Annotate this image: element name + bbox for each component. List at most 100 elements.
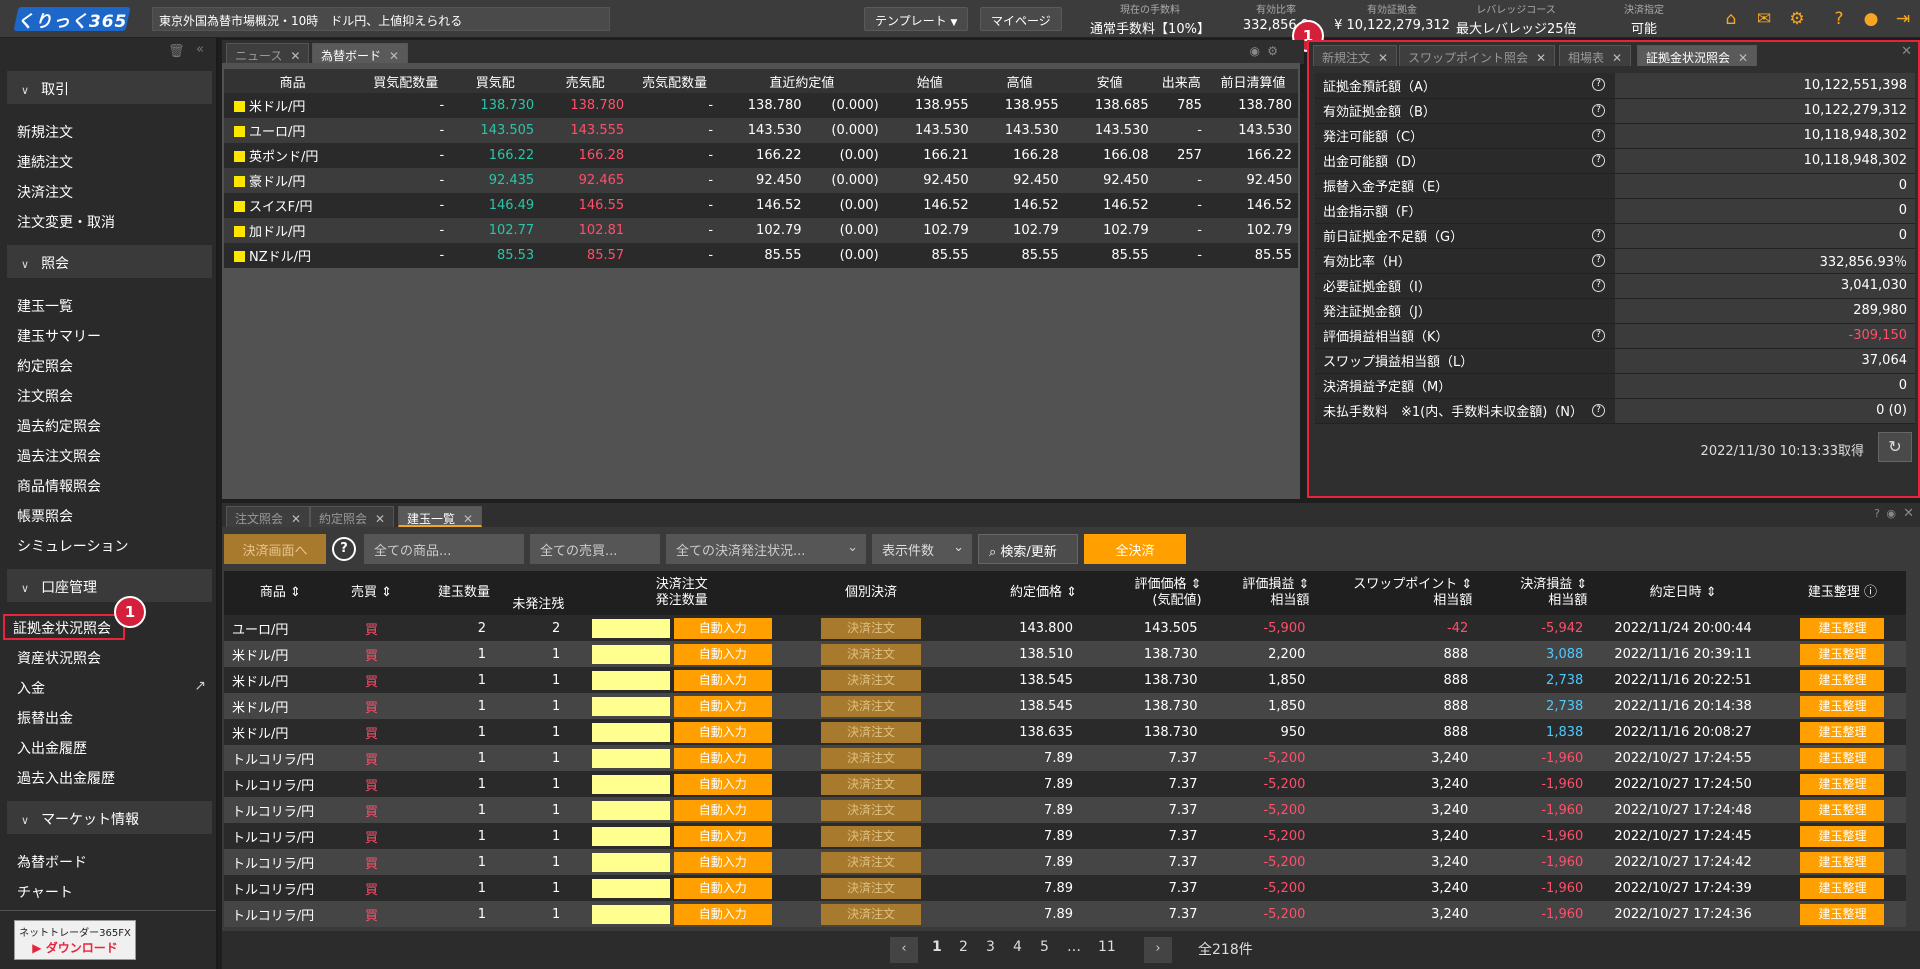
order-qty-input[interactable] (591, 618, 670, 638)
auto-input-button[interactable]: 自動入力 (673, 877, 772, 899)
logo[interactable]: くりっく365 (13, 7, 131, 32)
eye-icon[interactable]: ◉ (1250, 44, 1260, 58)
col-settle-pl[interactable]: 決済損益 ⇕ 相当額 (1472, 571, 1588, 615)
settle-all-button[interactable]: 全決済 (1084, 534, 1186, 564)
col-date[interactable]: 約定日時 ⇕ (1587, 571, 1779, 615)
auto-input-button[interactable]: 自動入力 (673, 773, 772, 795)
manage-button[interactable]: 建玉整理 (1800, 695, 1885, 717)
order-qty-input[interactable] (591, 670, 670, 690)
close-icon[interactable]: ✕ (290, 49, 300, 63)
sidebar-item-positions[interactable]: 建玉一覧 (7, 292, 212, 318)
manage-button[interactable]: 建玉整理 (1800, 669, 1885, 691)
close-icon[interactable]: ✕ (1901, 44, 1912, 59)
fx-cell[interactable]: 102.81 (540, 218, 631, 243)
fx-row[interactable]: 英ポンド/円 -166.22 166.28-166.22 (0.00) 166.21 16… (224, 143, 1298, 168)
close-icon[interactable]: ✕ (1903, 506, 1914, 521)
sidebar-item-past-deposit-history[interactable]: 過去入出金履歴 (7, 764, 212, 790)
refresh-icon[interactable]: ↻ (1878, 432, 1912, 462)
order-qty-input[interactable] (591, 644, 670, 664)
order-qty-input[interactable] (591, 826, 670, 846)
home-icon[interactable]: ⌂ (1720, 8, 1742, 30)
sidebar-item-chart[interactable]: チャート (7, 878, 212, 904)
section-inquiry[interactable]: ∨ 照会 (7, 245, 212, 278)
gear-icon[interactable]: ⚙ (1786, 8, 1808, 30)
auto-input-button[interactable]: 自動入力 (673, 643, 772, 665)
order-qty-input[interactable] (591, 748, 670, 768)
tab-fx-board[interactable]: 為替ボード ✕ (312, 43, 409, 64)
sidebar-item-executions[interactable]: 約定照会 (7, 352, 212, 378)
close-icon[interactable]: ✕ (291, 512, 301, 526)
help-icon[interactable]: ? (1592, 253, 1605, 267)
auto-input-button[interactable]: 自動入力 (673, 851, 772, 873)
col-swap[interactable]: スワップポイント ⇕ 相当額 (1309, 571, 1473, 615)
fx-cell[interactable]: 166.22 (450, 143, 541, 168)
sidebar-item-asset-status[interactable]: 資産状況照会 (7, 644, 212, 670)
sidebar-item-simulation[interactable]: シミュレーション (7, 532, 212, 558)
sidebar-item-continuous-order[interactable]: 連続注文 (7, 148, 212, 174)
sidebar-item-past-executions[interactable]: 過去約定照会 (7, 412, 212, 438)
order-qty-input[interactable] (591, 878, 670, 898)
search-button[interactable]: ⌕ 検索/更新 (978, 534, 1078, 564)
order-qty-input[interactable] (591, 774, 670, 794)
close-icon[interactable]: ✕ (375, 512, 385, 526)
close-icon[interactable]: ✕ (1612, 51, 1622, 65)
settle-order-button[interactable]: 決済注文 (820, 799, 921, 821)
collapse-icon[interactable]: « (196, 42, 204, 57)
section-account[interactable]: ∨ 口座管理 (7, 569, 212, 602)
status-filter-select[interactable]: 全ての決済発注状況... ⌄ (666, 534, 866, 564)
sidebar-item-product-info[interactable]: 商品情報照会 (7, 472, 212, 498)
page-link[interactable]: 1 (932, 939, 942, 955)
page-link[interactable]: 3 (986, 939, 995, 955)
manage-button[interactable]: 建玉整理 (1800, 903, 1885, 925)
help-icon[interactable]: ? (1592, 328, 1605, 342)
fx-row[interactable]: 米ドル/円 -138.730 138.780-138.780 (0.000) 138.9… (224, 93, 1298, 118)
sidebar-item-order-change[interactable]: 注文変更・取消 (7, 208, 212, 234)
help-icon[interactable]: ? (1592, 128, 1605, 142)
col-side[interactable]: 売買 ⇕ (336, 571, 407, 615)
col-eval-price[interactable]: 評価価格 ⇕ (気配値) (1077, 571, 1202, 615)
manage-button[interactable]: 建玉整理 (1800, 617, 1885, 639)
eye-icon[interactable]: ◉ (1886, 507, 1896, 520)
tab-new-order[interactable]: 新規注文 ✕ (1313, 45, 1398, 66)
fx-cell[interactable]: 143.505 (450, 118, 541, 143)
sidebar-item-position-summary[interactable]: 建玉サマリー (7, 322, 212, 348)
mypage-button[interactable]: マイページ (980, 7, 1062, 31)
sidebar-item-deposit-history[interactable]: 入出金履歴 (7, 734, 212, 760)
close-icon[interactable]: ✕ (1536, 51, 1546, 65)
next-page-icon[interactable]: › (1144, 937, 1172, 963)
tab-execution-inquiry[interactable]: 約定照会 ✕ (310, 506, 395, 527)
help-icon[interactable]: ? (1592, 403, 1605, 417)
fx-row[interactable]: 加ドル/円 -102.77 102.81-102.79 (0.00) 102.79 102… (224, 218, 1298, 243)
manage-button[interactable]: 建玉整理 (1800, 825, 1885, 847)
sidebar-item-reports[interactable]: 帳票照会 (7, 502, 212, 528)
auto-input-button[interactable]: 自動入力 (673, 669, 772, 691)
fx-cell[interactable]: 138.730 (450, 93, 541, 118)
close-icon[interactable]: ✕ (1738, 51, 1748, 65)
auto-input-button[interactable]: 自動入力 (673, 695, 772, 717)
sidebar-item-past-orders[interactable]: 過去注文照会 (7, 442, 212, 468)
sidebar-item-new-order[interactable]: 新規注文 (7, 118, 212, 144)
fx-cell[interactable]: 143.555 (540, 118, 631, 143)
settle-screen-button[interactable]: 決済画面へ (224, 534, 326, 564)
help-icon[interactable]: ? (1828, 8, 1850, 30)
section-market[interactable]: ∨ マーケット情報 (7, 801, 212, 834)
fx-cell[interactable]: 166.28 (540, 143, 631, 168)
download-banner[interactable]: ネットトレーダー365FX ▶ ダウンロード (14, 920, 136, 960)
prev-page-icon[interactable]: ‹ (890, 937, 918, 963)
col-eval-pl[interactable]: 評価損益 ⇕ 相当額 (1201, 571, 1310, 615)
settle-order-button[interactable]: 決済注文 (820, 695, 921, 717)
help-icon[interactable]: ? (1592, 228, 1605, 242)
page-link[interactable]: 11 (1098, 939, 1116, 955)
close-icon[interactable]: ✕ (463, 512, 473, 526)
order-qty-input[interactable] (591, 904, 670, 924)
fx-cell[interactable]: 146.55 (540, 193, 631, 218)
logout-icon[interactable]: ⇥ (1892, 8, 1914, 30)
fx-cell[interactable]: 138.780 (540, 93, 631, 118)
fx-row[interactable]: ユーロ/円 -143.505 143.555-143.530 (0.000) 143.5… (224, 118, 1298, 143)
page-link[interactable]: 2 (959, 939, 968, 955)
order-qty-input[interactable] (591, 800, 670, 820)
sidebar-item-margin-status[interactable]: 証拠金状況照会 (3, 614, 125, 640)
sidebar-item-settle-order[interactable]: 決済注文 (7, 178, 212, 204)
help-icon[interactable]: ? (1592, 278, 1605, 292)
page-link[interactable]: 5 (1040, 939, 1049, 955)
